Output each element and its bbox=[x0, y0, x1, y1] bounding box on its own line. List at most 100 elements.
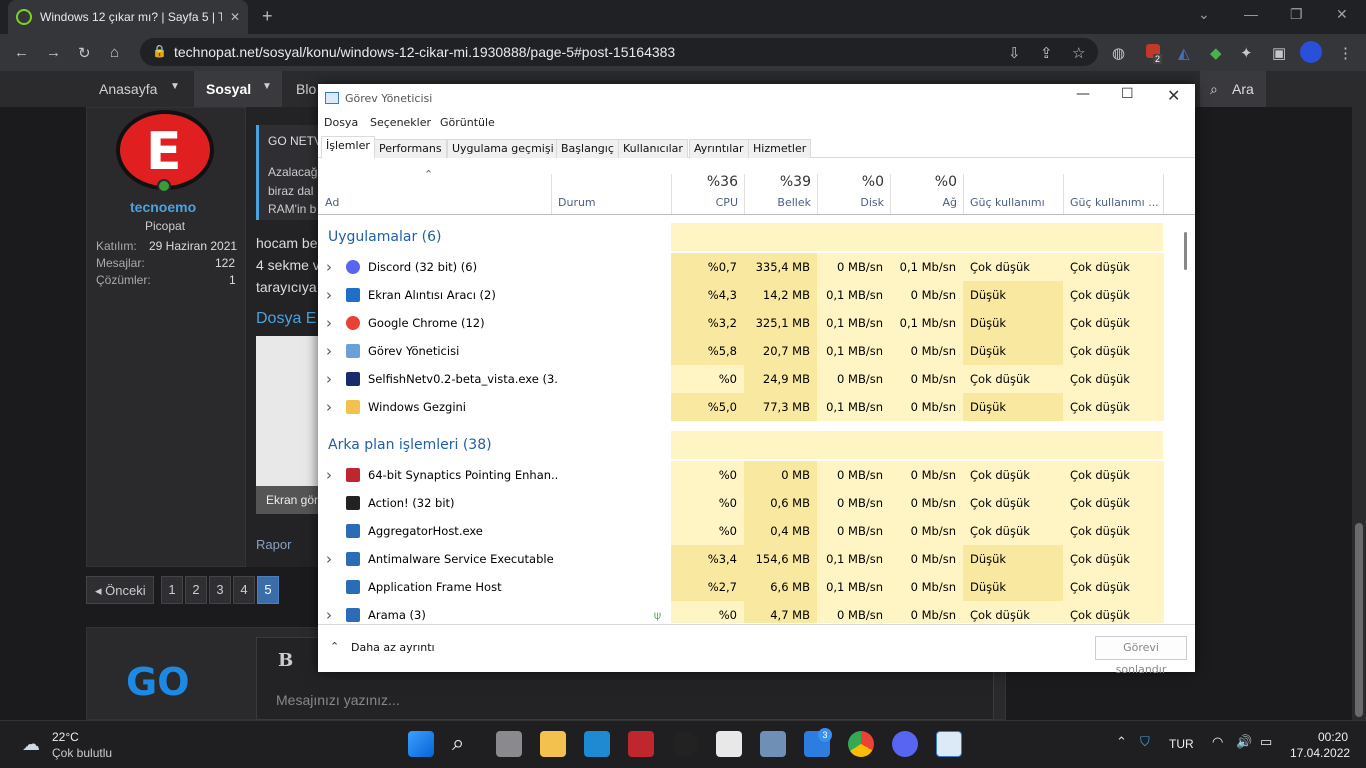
page-link[interactable]: 1 bbox=[161, 576, 183, 604]
process-row[interactable]: Action! (32 bit) %0 0,6 MB 0 MB/sn 0 Mb/sn Ço… bbox=[318, 489, 1164, 517]
expand-chevron-icon[interactable]: › bbox=[326, 545, 332, 573]
start-icon[interactable] bbox=[408, 731, 434, 757]
tab-users[interactable]: Kullanıcılar bbox=[618, 139, 688, 158]
process-row[interactable]: › 64-bit Synaptics Pointing Enhan... %0 0 M… bbox=[318, 461, 1164, 489]
expand-chevron-icon[interactable]: › bbox=[326, 461, 332, 489]
col-name[interactable]: Ad bbox=[325, 196, 339, 209]
drive-icon[interactable]: ◆ bbox=[1210, 44, 1222, 62]
prev-page-button[interactable]: ◂ Önceki bbox=[86, 576, 154, 604]
tray-chevron-icon[interactable]: ⌃ bbox=[1116, 734, 1127, 750]
nav-social[interactable]: Sosyal bbox=[206, 81, 251, 97]
tab-performance[interactable]: Performans bbox=[374, 139, 447, 158]
filezilla-icon[interactable] bbox=[628, 731, 654, 757]
page-link-current[interactable]: 5 bbox=[257, 576, 279, 604]
globe-icon[interactable]: ◍ bbox=[1112, 44, 1125, 62]
process-row[interactable]: › Antimalware Service Executable %3,4 154,6… bbox=[318, 545, 1164, 573]
expand-chevron-icon[interactable]: › bbox=[326, 393, 332, 421]
task-view-icon[interactable] bbox=[496, 731, 522, 757]
chevron-down-icon[interactable]: ▼ bbox=[262, 81, 272, 92]
process-row[interactable]: › SelfishNetv0.2-beta_vista.exe (3... %0 24… bbox=[318, 365, 1164, 393]
clock-time[interactable]: 00:20 bbox=[1318, 730, 1348, 744]
col-power-trend[interactable]: Güç kullanımı ... bbox=[1070, 196, 1159, 209]
browser-tab[interactable]: Windows 12 çıkar mı? | Sayfa 5 | T ✕ bbox=[8, 0, 248, 34]
task-manager-icon[interactable] bbox=[936, 731, 962, 757]
page-link[interactable]: 3 bbox=[209, 576, 231, 604]
menu-file[interactable]: Dosya bbox=[324, 116, 358, 129]
page-link[interactable]: 2 bbox=[185, 576, 207, 604]
attachment-title[interactable]: Dosya E bbox=[256, 310, 316, 328]
vscode-icon[interactable] bbox=[584, 731, 610, 757]
tab-services[interactable]: Hizmetler bbox=[748, 139, 812, 158]
restore-icon[interactable]: ❐ bbox=[1290, 6, 1303, 23]
report-link[interactable]: Rapor bbox=[256, 537, 291, 552]
process-row[interactable]: › Arama (3) %0 4,7 MB 0 MB/sn 0 Mb/sn Çok düşü… bbox=[318, 601, 1164, 623]
tab-details[interactable]: Ayrıntılar bbox=[689, 139, 749, 158]
expand-chevron-icon[interactable]: › bbox=[326, 337, 332, 365]
home-icon[interactable]: ⌂ bbox=[110, 44, 119, 61]
close-window-icon[interactable]: ✕ bbox=[1336, 6, 1348, 23]
col-power[interactable]: Güç kullanımı bbox=[970, 196, 1045, 209]
chevron-up-icon[interactable]: ⌃ bbox=[330, 640, 339, 653]
minimize-icon[interactable]: — bbox=[1244, 6, 1258, 22]
close-icon[interactable]: ✕ bbox=[1167, 86, 1180, 105]
expand-chevron-icon[interactable]: › bbox=[326, 281, 332, 309]
clock-date[interactable]: 17.04.2022 bbox=[1290, 746, 1350, 760]
discord-icon[interactable] bbox=[892, 731, 918, 757]
expand-chevron-icon[interactable]: › bbox=[326, 253, 332, 281]
end-task-button[interactable]: Görevi sonlandır bbox=[1095, 636, 1187, 676]
install-icon[interactable]: ⇩ bbox=[1008, 44, 1021, 62]
tab-search-icon[interactable]: ⌄ bbox=[1198, 6, 1210, 23]
username[interactable]: tecnoemo bbox=[130, 199, 196, 215]
extensions-puzzle-icon[interactable]: ✦ bbox=[1240, 44, 1253, 62]
battery-icon[interactable]: ▭ bbox=[1260, 734, 1272, 750]
forward-icon[interactable]: → bbox=[46, 44, 61, 61]
expand-chevron-icon[interactable]: › bbox=[326, 309, 332, 337]
tab-app-history[interactable]: Uygulama geçmişi bbox=[447, 139, 559, 158]
page-scrollbar[interactable] bbox=[1352, 71, 1366, 720]
search-icon[interactable]: ⌕ bbox=[452, 730, 464, 756]
menu-dots-icon[interactable]: ⋮ bbox=[1338, 44, 1353, 62]
weather-cloud-icon[interactable]: ☁ bbox=[22, 734, 40, 755]
process-row[interactable]: Application Frame Host %2,7 6,6 MB 0,1 MB/s… bbox=[318, 573, 1164, 601]
col-mem[interactable]: Bellek bbox=[745, 196, 811, 209]
close-tab-icon[interactable]: ✕ bbox=[230, 10, 240, 24]
tab-startup[interactable]: Başlangıç bbox=[556, 139, 619, 158]
network-tool-icon[interactable] bbox=[760, 731, 786, 757]
weather-temp[interactable]: 22°C bbox=[52, 730, 79, 744]
nav-blog[interactable]: Blo bbox=[296, 81, 316, 97]
side-panel-icon[interactable]: ▣ bbox=[1272, 44, 1286, 62]
profile-avatar[interactable] bbox=[1300, 41, 1322, 63]
message-input[interactable]: Mesajınızı yazınız... bbox=[276, 692, 400, 708]
list-scrollbar-thumb[interactable] bbox=[1184, 232, 1187, 270]
col-cpu[interactable]: CPU bbox=[672, 196, 738, 209]
minimize-icon[interactable]: — bbox=[1076, 86, 1090, 102]
weather-desc[interactable]: Çok bulutlu bbox=[52, 746, 112, 760]
scrollbar-thumb[interactable] bbox=[1355, 523, 1363, 717]
volume-icon[interactable]: 🔊 bbox=[1236, 734, 1252, 750]
language-indicator[interactable]: TUR bbox=[1169, 737, 1194, 751]
process-row[interactable]: › Ekran Alıntısı Aracı (2) %4,3 14,2 MB 0,1 … bbox=[318, 281, 1164, 309]
back-icon[interactable]: ← bbox=[14, 44, 29, 61]
nav-home[interactable]: Anasayfa bbox=[99, 81, 157, 97]
reload-icon[interactable]: ↻ bbox=[78, 44, 91, 62]
share-icon[interactable]: ⇪ bbox=[1040, 44, 1053, 62]
page-link[interactable]: 4 bbox=[233, 576, 255, 604]
process-row[interactable]: AggregatorHost.exe %0 0,4 MB 0 MB/sn 0 Mb/sn… bbox=[318, 517, 1164, 545]
col-net[interactable]: Ağ bbox=[891, 196, 957, 209]
user-avatar[interactable]: E bbox=[116, 110, 214, 190]
snipping-tool-icon[interactable] bbox=[716, 731, 742, 757]
col-status[interactable]: Durum bbox=[558, 196, 596, 209]
menu-view[interactable]: Görüntüle bbox=[440, 116, 495, 129]
wifi-icon[interactable]: ◠ bbox=[1212, 734, 1223, 750]
address-bar[interactable]: 🔒 technopat.net/sosyal/konu/windows-12-c… bbox=[140, 38, 1098, 66]
bookmark-star-icon[interactable]: ☆ bbox=[1072, 44, 1085, 62]
new-tab-icon[interactable]: + bbox=[262, 6, 273, 27]
process-row[interactable]: › Discord (32 bit) (6) %0,7 335,4 MB 0 MB/sn… bbox=[318, 253, 1164, 281]
expand-chevron-icon[interactable]: › bbox=[326, 601, 332, 623]
col-disk[interactable]: Disk bbox=[818, 196, 884, 209]
file-explorer-icon[interactable] bbox=[540, 731, 566, 757]
fewer-details-link[interactable]: Daha az ayrıntı bbox=[351, 641, 435, 654]
tab-processes[interactable]: İşlemler bbox=[321, 136, 375, 158]
menu-options[interactable]: Seçenekler bbox=[370, 116, 431, 129]
bold-button[interactable]: B bbox=[278, 650, 293, 671]
